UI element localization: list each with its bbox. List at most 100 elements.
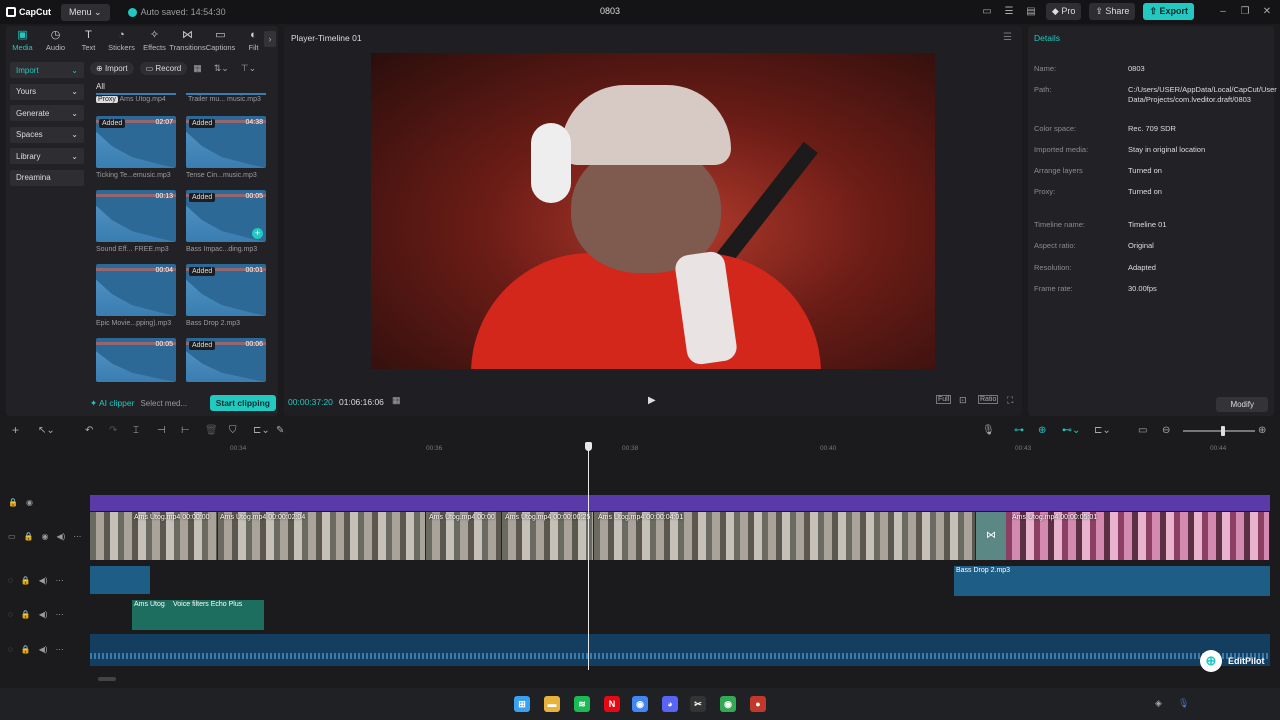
- modify-button[interactable]: Modify: [1216, 397, 1268, 412]
- chrome-icon[interactable]: ◉: [632, 696, 648, 712]
- tray-mic-icon[interactable]: 🎙: [1178, 698, 1189, 709]
- media-tile[interactable]: 00:04: [96, 264, 176, 316]
- dock-icon[interactable]: ▤: [1024, 6, 1038, 17]
- shortcut-icon[interactable]: ☰: [1002, 6, 1016, 17]
- player-menu-icon[interactable]: ☰: [1003, 32, 1012, 43]
- playhead-handle[interactable]: [585, 442, 592, 451]
- record-button[interactable]: ▭ Record: [139, 61, 188, 75]
- audio-clip-main[interactable]: [90, 634, 1270, 666]
- menu-button[interactable]: Menu ⌄: [61, 3, 110, 21]
- link-main-icon[interactable]: ⊶: [1014, 425, 1024, 436]
- video-preview[interactable]: [371, 53, 935, 369]
- minimize-icon[interactable]: –: [1216, 6, 1230, 17]
- add-to-timeline-icon[interactable]: +: [252, 228, 263, 239]
- zoom-in-icon[interactable]: ⊕: [1258, 425, 1266, 436]
- media-tile[interactable]: Added 00:05 +: [186, 190, 266, 242]
- transition-icon[interactable]: ⋈: [986, 530, 996, 541]
- tab-media[interactable]: ▣ Media: [6, 26, 39, 54]
- caption-track-icon[interactable]: ▭: [1138, 425, 1147, 436]
- playhead[interactable]: [588, 444, 589, 670]
- lock-icon[interactable]: 🔒: [21, 576, 31, 585]
- ai-clipper-button[interactable]: ✦ AI clipper: [90, 398, 134, 409]
- eye-icon[interactable]: ◉: [42, 532, 49, 541]
- eye-icon[interactable]: ◉: [26, 498, 33, 507]
- sidebar-item-library[interactable]: Library ⌄: [10, 148, 84, 164]
- editpilot-button[interactable]: ⊕ EditPilot: [1200, 650, 1265, 672]
- import-button[interactable]: ⊕ Import: [90, 61, 134, 75]
- linkage-icon[interactable]: ⊷⌄: [1062, 425, 1080, 436]
- timeline-scrollbar[interactable]: [98, 677, 116, 681]
- media-item-top[interactable]: Proxy Ams Utog.mp4: [96, 96, 166, 103]
- sidebar-item-spaces[interactable]: Spaces ⌄: [10, 126, 84, 143]
- chrome-profile-icon[interactable]: ◉: [720, 696, 736, 712]
- redo-icon[interactable]: ↷: [109, 425, 117, 436]
- timeline-ruler[interactable]: 00:34 00:36 00:38 00:40 00:43 00:44: [90, 442, 1280, 458]
- media-item-top[interactable]: Trailer mu... music.mp3: [188, 96, 261, 103]
- marker-icon[interactable]: ⛉: [229, 425, 237, 436]
- mic-record-icon[interactable]: 🎙: [982, 425, 995, 436]
- select-tool-icon[interactable]: ↖⌄: [38, 425, 55, 436]
- zoom-slider-handle[interactable]: [1221, 426, 1225, 436]
- audio-clip[interactable]: [90, 566, 150, 594]
- netflix-icon[interactable]: N: [604, 696, 620, 712]
- export-button[interactable]: ⇧ Export: [1143, 3, 1194, 20]
- maximize-icon[interactable]: ❐: [1238, 6, 1252, 17]
- tab-audio[interactable]: ◷ Audio: [39, 26, 72, 54]
- tab-text[interactable]: T Text: [72, 26, 105, 54]
- split-right-icon[interactable]: ⊢: [181, 425, 190, 436]
- sidebar-item-import[interactable]: Import ⌄: [10, 62, 84, 78]
- media-tile[interactable]: Added 00:06: [186, 338, 266, 382]
- tab-captions[interactable]: ▭ Captions: [204, 26, 237, 54]
- ratio-button[interactable]: Ratio: [978, 395, 999, 404]
- media-tile[interactable]: 00:05: [96, 338, 176, 382]
- grid-view-icon[interactable]: ▦: [193, 63, 202, 74]
- timeline-view-icon[interactable]: ▦: [392, 395, 401, 406]
- effect-track-clip[interactable]: [90, 495, 1270, 511]
- pro-button[interactable]: ◆ Pro: [1045, 3, 1082, 20]
- more-icon[interactable]: ⋯: [56, 576, 64, 585]
- lock-icon[interactable]: 🔒: [21, 610, 31, 619]
- tab-stickers[interactable]: ◔ Stickers: [105, 26, 138, 54]
- cover-icon[interactable]: ▭: [8, 532, 16, 541]
- split-left-icon[interactable]: ⊣: [157, 425, 166, 436]
- mute-icon[interactable]: ◀): [39, 645, 48, 654]
- media-tile[interactable]: Added 04:38: [186, 116, 266, 168]
- file-explorer-icon[interactable]: ▬: [544, 696, 560, 712]
- spotify-icon[interactable]: ≋: [574, 696, 590, 712]
- lock-icon[interactable]: 🔒: [8, 498, 18, 507]
- more-icon[interactable]: ⋯: [56, 645, 64, 654]
- play-icon[interactable]: ▶: [648, 395, 658, 407]
- freeze-icon[interactable]: ⊏⌄: [253, 425, 270, 436]
- media-tile[interactable]: 00:13: [96, 190, 176, 242]
- tab-transitions[interactable]: ⋈ Transitions: [169, 26, 205, 54]
- lock-icon[interactable]: 🔒: [24, 532, 34, 541]
- mute-icon[interactable]: ◀): [39, 576, 48, 585]
- full-button[interactable]: Full: [936, 395, 952, 404]
- delete-icon[interactable]: 🗑: [205, 425, 218, 436]
- start-clipping-button[interactable]: Start clipping: [209, 395, 276, 411]
- app-icon[interactable]: ●: [750, 696, 766, 712]
- add-track-icon[interactable]: +: [12, 423, 19, 437]
- media-tile[interactable]: Added 00:01: [186, 264, 266, 316]
- filter-icon[interactable]: ⊤⌄: [241, 63, 256, 74]
- lock-icon[interactable]: 🔒: [21, 645, 31, 654]
- screenshot-icon[interactable]: ⊡: [959, 395, 967, 406]
- sidebar-item-generate[interactable]: Generate ⌄: [10, 105, 84, 121]
- auto-cut-icon[interactable]: ✎: [276, 425, 284, 436]
- discord-icon[interactable]: ◕: [662, 696, 678, 712]
- capcut-icon[interactable]: ✂: [690, 696, 706, 712]
- magnet-icon[interactable]: ⊕: [1038, 425, 1046, 436]
- undo-icon[interactable]: ↶: [85, 425, 93, 436]
- sort-icon[interactable]: ⇅⌄: [214, 63, 229, 74]
- zoom-slider[interactable]: [1183, 430, 1255, 432]
- media-tile[interactable]: Added 02:07: [96, 116, 176, 168]
- tools-scroll-right-icon[interactable]: ›: [264, 31, 276, 47]
- share-button[interactable]: ⇪ Share: [1089, 3, 1136, 20]
- zoom-out-icon[interactable]: ⊖: [1162, 425, 1170, 436]
- all-filter[interactable]: All: [96, 82, 105, 91]
- close-icon[interactable]: ✕: [1260, 6, 1274, 17]
- layout-icon[interactable]: ▭: [980, 6, 994, 17]
- tray-icon[interactable]: ◈: [1155, 698, 1162, 709]
- more-icon[interactable]: ⋯: [56, 610, 64, 619]
- windows-start-icon[interactable]: ⊞: [514, 696, 530, 712]
